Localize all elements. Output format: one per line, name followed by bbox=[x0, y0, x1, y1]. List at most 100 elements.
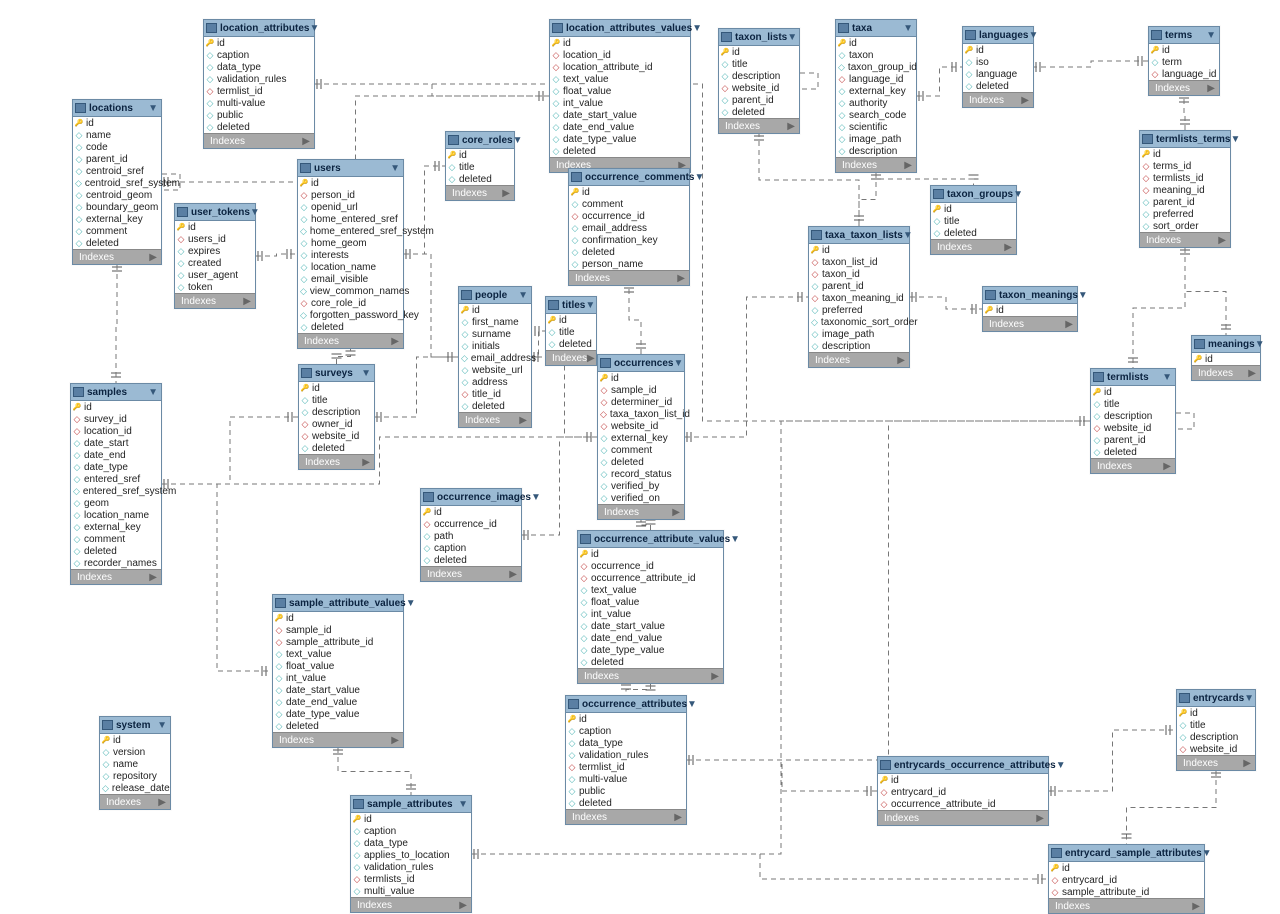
indexes-section[interactable]: Indexes▶ bbox=[100, 794, 170, 809]
expand-icon[interactable]: ▶ bbox=[362, 457, 370, 468]
entity-header[interactable]: taxon_meanings▼ bbox=[983, 287, 1077, 304]
column[interactable]: termlists_id bbox=[1142, 172, 1228, 184]
entity-header[interactable]: entrycards_occurrence_attributes▼ bbox=[878, 757, 1048, 774]
column[interactable]: forgotten_password_key bbox=[300, 309, 401, 321]
collapse-icon[interactable]: ▼ bbox=[903, 23, 913, 34]
column[interactable]: title bbox=[448, 161, 512, 173]
entity-terms[interactable]: terms▼idtermlanguage_idIndexes▶ bbox=[1148, 26, 1220, 96]
column[interactable]: multi-value bbox=[568, 773, 684, 785]
column[interactable]: id bbox=[838, 37, 914, 49]
column[interactable]: deleted bbox=[423, 554, 519, 566]
expand-icon[interactable]: ▶ bbox=[1207, 83, 1215, 94]
column[interactable]: description bbox=[1179, 731, 1253, 743]
column[interactable]: date_type_value bbox=[552, 133, 688, 145]
column[interactable]: deleted bbox=[75, 237, 159, 249]
column[interactable]: parent_id bbox=[1093, 434, 1173, 446]
column[interactable]: external_key bbox=[600, 432, 682, 444]
column[interactable]: openid_url bbox=[300, 201, 401, 213]
column[interactable]: id bbox=[206, 37, 312, 49]
collapse-icon[interactable]: ▼ bbox=[250, 207, 260, 218]
column[interactable]: deleted bbox=[448, 173, 512, 185]
column[interactable]: record_status bbox=[600, 468, 682, 480]
column[interactable]: core_role_id bbox=[300, 297, 401, 309]
column[interactable]: entered_sref_system bbox=[73, 485, 159, 497]
column[interactable]: id bbox=[571, 186, 687, 198]
indexes-section[interactable]: Indexes▶ bbox=[459, 412, 531, 427]
column[interactable]: taxon bbox=[838, 49, 914, 61]
column[interactable]: id bbox=[965, 44, 1031, 56]
column[interactable]: id bbox=[1194, 353, 1258, 365]
column[interactable]: verified_by bbox=[600, 480, 682, 492]
column[interactable]: description bbox=[1093, 410, 1173, 422]
expand-icon[interactable]: ▶ bbox=[711, 671, 719, 682]
column[interactable]: date_start_value bbox=[275, 684, 401, 696]
column[interactable]: created bbox=[177, 257, 253, 269]
entity-header[interactable]: taxon_lists▼ bbox=[719, 29, 799, 46]
column[interactable]: caption bbox=[206, 49, 312, 61]
column[interactable]: validation_rules bbox=[353, 861, 469, 873]
entity-header[interactable]: sample_attributes▼ bbox=[351, 796, 471, 813]
column[interactable]: data_type bbox=[568, 737, 684, 749]
column[interactable]: sample_attribute_id bbox=[1051, 886, 1202, 898]
column[interactable]: date_type_value bbox=[580, 644, 721, 656]
column[interactable]: sample_id bbox=[275, 624, 401, 636]
column[interactable]: taxonomic_sort_order bbox=[811, 316, 907, 328]
expand-icon[interactable]: ▶ bbox=[158, 797, 166, 808]
entity-header[interactable]: sample_attribute_values▼ bbox=[273, 595, 403, 612]
indexes-section[interactable]: Indexes▶ bbox=[598, 504, 684, 519]
column[interactable]: id bbox=[880, 774, 1046, 786]
indexes-section[interactable]: Indexes▶ bbox=[1091, 458, 1175, 473]
column[interactable]: data_type bbox=[353, 837, 469, 849]
column[interactable]: public bbox=[206, 109, 312, 121]
column[interactable]: entrycard_id bbox=[1051, 874, 1202, 886]
expand-icon[interactable]: ▶ bbox=[302, 136, 310, 147]
expand-icon[interactable]: ▶ bbox=[1163, 461, 1171, 472]
column[interactable]: id bbox=[811, 244, 907, 256]
column[interactable]: person_id bbox=[300, 189, 401, 201]
column[interactable]: confirmation_key bbox=[571, 234, 687, 246]
indexes-section[interactable]: Indexes▶ bbox=[569, 270, 689, 285]
column[interactable]: comment bbox=[75, 225, 159, 237]
column[interactable]: entered_sref bbox=[73, 473, 159, 485]
indexes-section[interactable]: Indexes▶ bbox=[1140, 232, 1230, 247]
column[interactable]: id bbox=[568, 713, 684, 725]
indexes-section[interactable]: Indexes▶ bbox=[1149, 80, 1219, 95]
expand-icon[interactable]: ▶ bbox=[1036, 813, 1044, 824]
column[interactable]: email_address bbox=[461, 352, 529, 364]
column[interactable]: date_type_value bbox=[275, 708, 401, 720]
column[interactable]: centroid_geom bbox=[75, 189, 159, 201]
column[interactable]: language_id bbox=[1151, 68, 1217, 80]
column[interactable]: website_url bbox=[461, 364, 529, 376]
column[interactable]: id bbox=[1093, 386, 1173, 398]
expand-icon[interactable]: ▶ bbox=[243, 296, 251, 307]
column[interactable]: id bbox=[75, 117, 159, 129]
entity-termlists[interactable]: termlists▼idtitledescriptionwebsite_idpa… bbox=[1090, 368, 1176, 474]
column[interactable]: authority bbox=[838, 97, 914, 109]
column[interactable]: boundary_geom bbox=[75, 201, 159, 213]
indexes-section[interactable]: Indexes▶ bbox=[578, 668, 723, 683]
entity-header[interactable]: users▼ bbox=[298, 160, 403, 177]
column[interactable]: occurrence_attribute_id bbox=[580, 572, 721, 584]
collapse-icon[interactable]: ▼ bbox=[1028, 30, 1038, 41]
column[interactable]: parent_id bbox=[1142, 196, 1228, 208]
collapse-icon[interactable]: ▼ bbox=[406, 598, 416, 609]
entity-entrycards[interactable]: entrycards▼idtitledescriptionwebsite_idI… bbox=[1176, 689, 1256, 771]
entity-header[interactable]: occurrence_images▼ bbox=[421, 489, 521, 506]
column[interactable]: email_visible bbox=[300, 273, 401, 285]
entity-people[interactable]: people▼idfirst_namesurnameinitialsemail_… bbox=[458, 286, 532, 428]
column[interactable]: sample_attribute_id bbox=[275, 636, 401, 648]
column[interactable]: preferred bbox=[811, 304, 907, 316]
column[interactable]: code bbox=[75, 141, 159, 153]
column[interactable]: owner_id bbox=[301, 418, 372, 430]
column[interactable]: comment bbox=[571, 198, 687, 210]
expand-icon[interactable]: ▶ bbox=[1248, 368, 1256, 379]
column[interactable]: home_geom bbox=[300, 237, 401, 249]
column[interactable]: email_address bbox=[571, 222, 687, 234]
collapse-icon[interactable]: ▼ bbox=[513, 135, 523, 146]
column[interactable]: deleted bbox=[571, 246, 687, 258]
expand-icon[interactable]: ▶ bbox=[1021, 95, 1029, 106]
collapse-icon[interactable]: ▼ bbox=[157, 720, 167, 731]
column[interactable]: id bbox=[1142, 148, 1228, 160]
entity-header[interactable]: taxa_taxon_lists▼ bbox=[809, 227, 909, 244]
indexes-section[interactable]: Indexes▶ bbox=[71, 569, 161, 584]
